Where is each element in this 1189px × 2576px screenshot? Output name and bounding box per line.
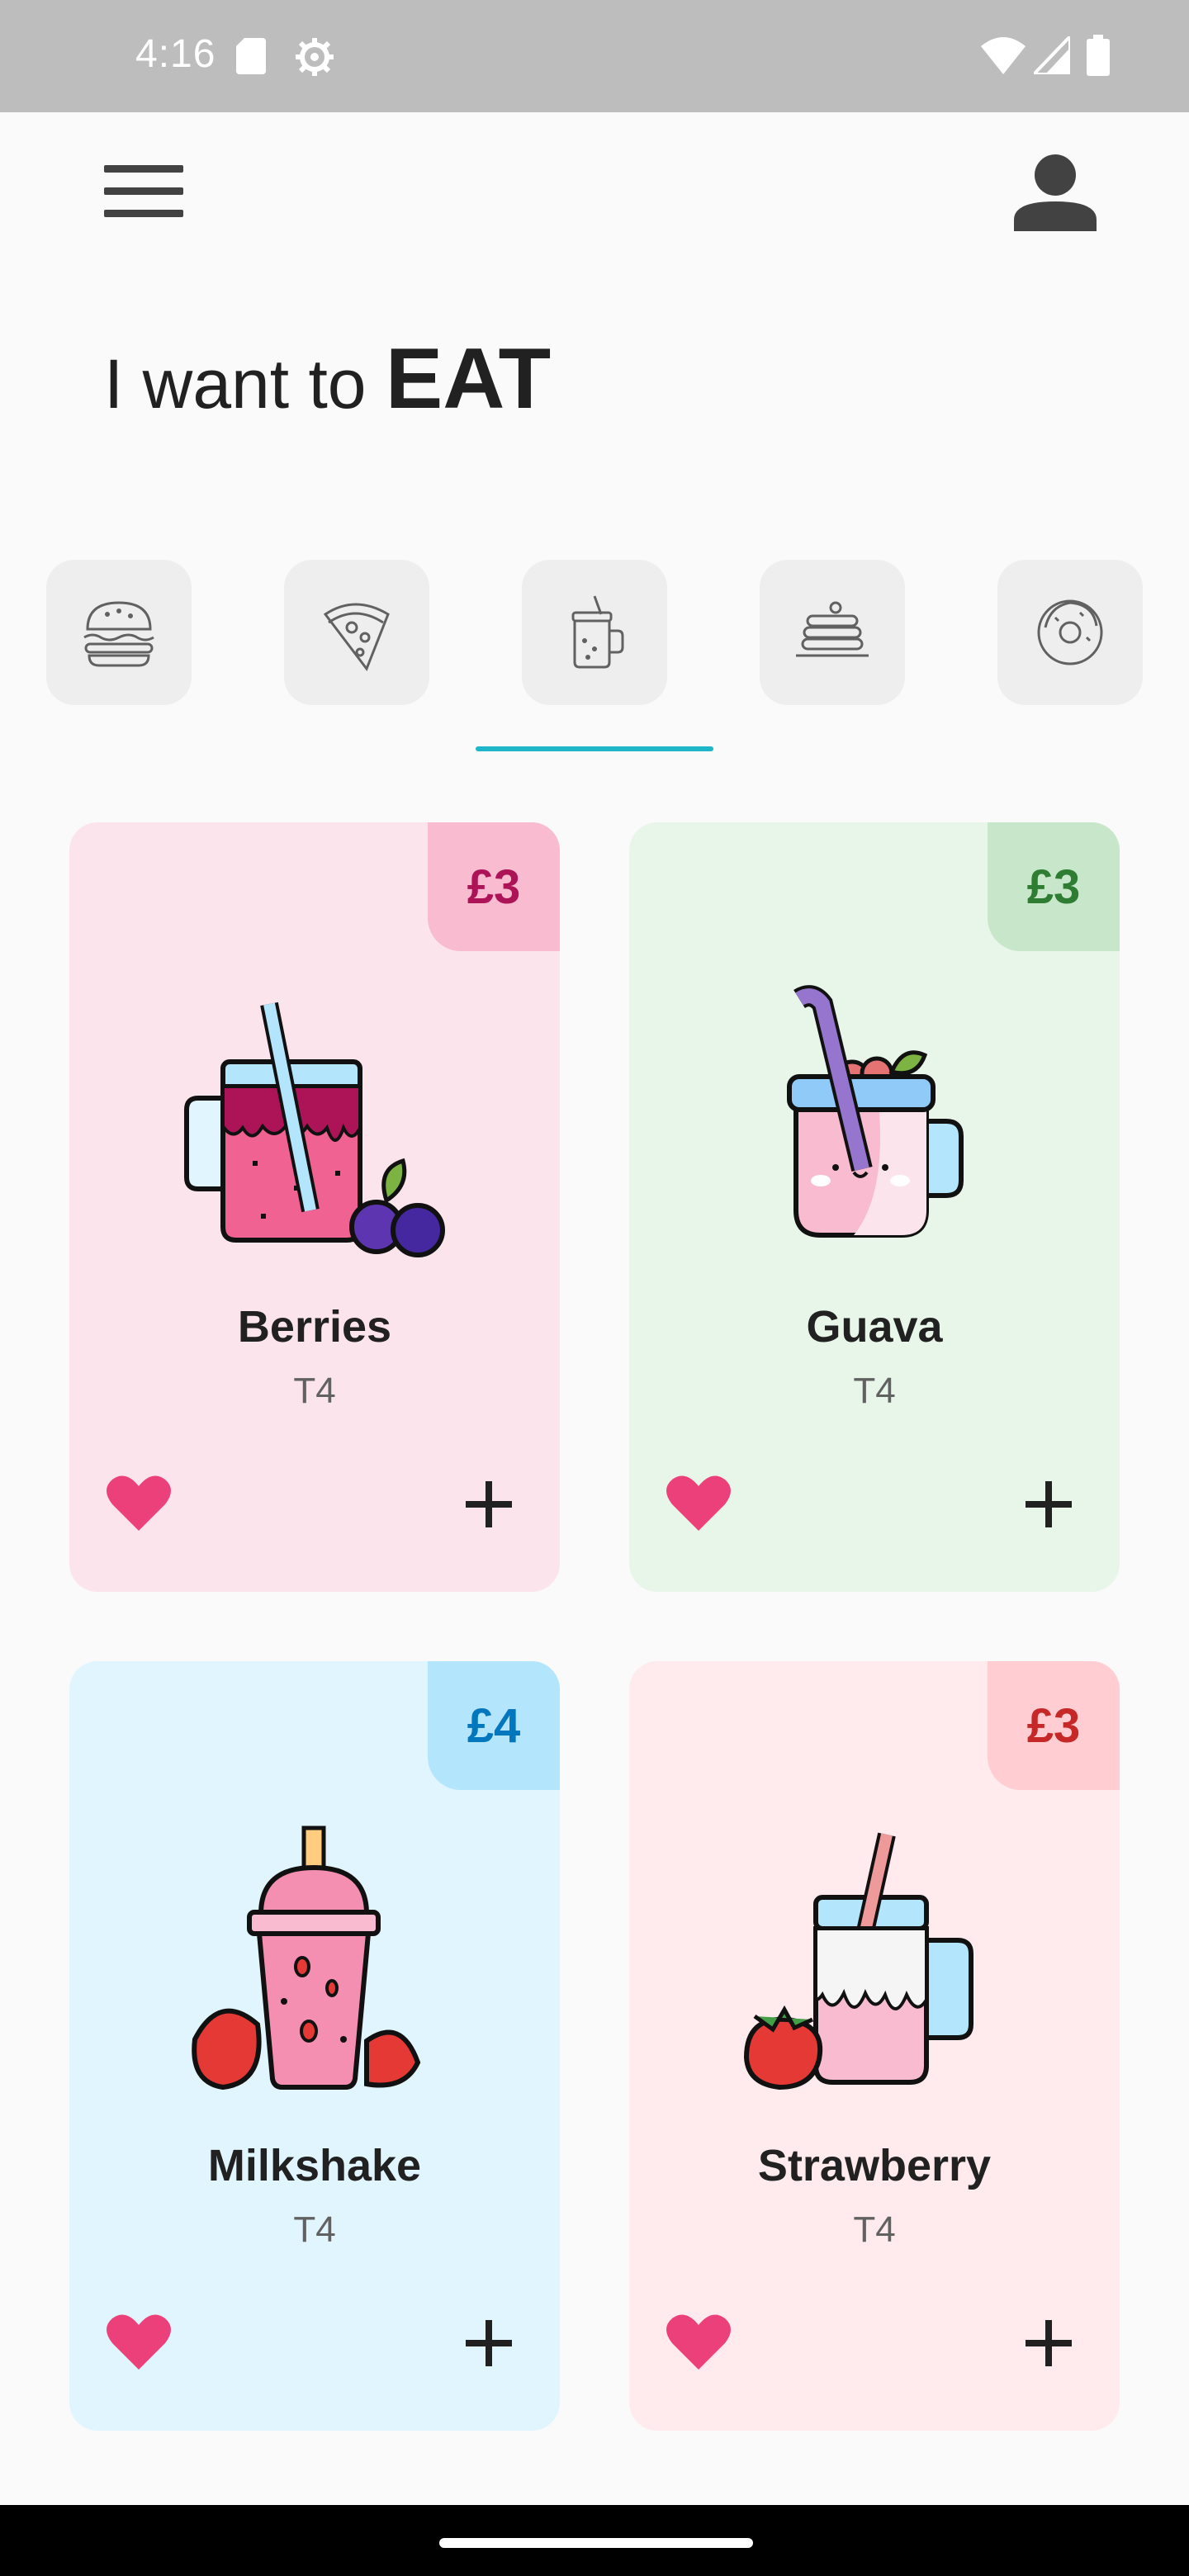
product-subtitle: T4	[293, 2209, 336, 2250]
settings-gear-icon	[296, 38, 334, 76]
category-tab-pizza[interactable]	[284, 560, 429, 705]
favorite-heart-icon[interactable]	[106, 1473, 172, 1532]
title-emphasis: EAT	[385, 331, 552, 427]
price-badge: £4	[428, 1661, 560, 1790]
category-tab-donut[interactable]	[997, 560, 1143, 705]
product-name: Guava	[806, 1302, 943, 1352]
price-badge: £3	[988, 822, 1120, 951]
add-to-cart-plus-icon[interactable]	[462, 1478, 515, 1531]
status-time: 4:16	[135, 32, 216, 76]
strawberry-smoothie-illustration	[743, 1832, 973, 2091]
product-name: Strawberry	[757, 2141, 992, 2190]
favorite-heart-icon[interactable]	[666, 2312, 732, 2371]
add-to-cart-plus-icon[interactable]	[1022, 1478, 1075, 1531]
berries-smoothie-illustration	[184, 1002, 445, 1257]
add-to-cart-plus-icon[interactable]	[462, 2317, 515, 2370]
price-badge: £3	[988, 1661, 1120, 1790]
favorite-heart-icon[interactable]	[666, 1473, 732, 1532]
product-name: Berries	[237, 1302, 392, 1352]
product-card-milkshake[interactable]: £4 Milkshake T4	[69, 1661, 560, 2431]
wifi-icon	[981, 37, 1026, 74]
product-name: Milkshake	[207, 2141, 422, 2190]
product-card-guava[interactable]: £3 Guava T4	[629, 822, 1120, 1592]
category-tab-pancakes[interactable]	[760, 560, 905, 705]
product-subtitle: T4	[293, 1371, 336, 1411]
tab-indicator	[476, 746, 713, 751]
pancakes-icon	[796, 601, 869, 657]
drink-jar-icon	[571, 595, 624, 669]
guava-smoothie-illustration	[787, 985, 964, 1238]
product-card-berries[interactable]: £3 Berries T4	[69, 822, 560, 1592]
product-subtitle: T4	[853, 1371, 896, 1411]
battery-icon	[1087, 35, 1110, 76]
product-subtitle: T4	[853, 2209, 896, 2250]
hamburger-menu-icon[interactable]	[104, 162, 183, 220]
page-title: I want to EAT	[104, 330, 551, 429]
home-gesture-handle[interactable]	[439, 2538, 753, 2548]
burger-icon	[83, 601, 154, 667]
favorite-heart-icon[interactable]	[106, 2312, 172, 2371]
pizza-icon	[323, 603, 390, 672]
category-tab-burger[interactable]	[46, 560, 192, 705]
add-to-cart-plus-icon[interactable]	[1022, 2317, 1075, 2370]
milkshake-illustration	[192, 1825, 421, 2091]
price-badge: £3	[428, 822, 560, 951]
title-prefix: I want to	[104, 345, 367, 423]
sd-card-icon	[236, 38, 266, 74]
cell-signal-icon	[1034, 36, 1070, 74]
category-tab-drinks[interactable]	[522, 560, 667, 705]
product-card-strawberry[interactable]: £3 Strawberry T4	[629, 1661, 1120, 2431]
status-bar: 4:16	[0, 0, 1189, 112]
profile-icon[interactable]	[1014, 154, 1097, 231]
donut-icon	[1037, 599, 1103, 665]
